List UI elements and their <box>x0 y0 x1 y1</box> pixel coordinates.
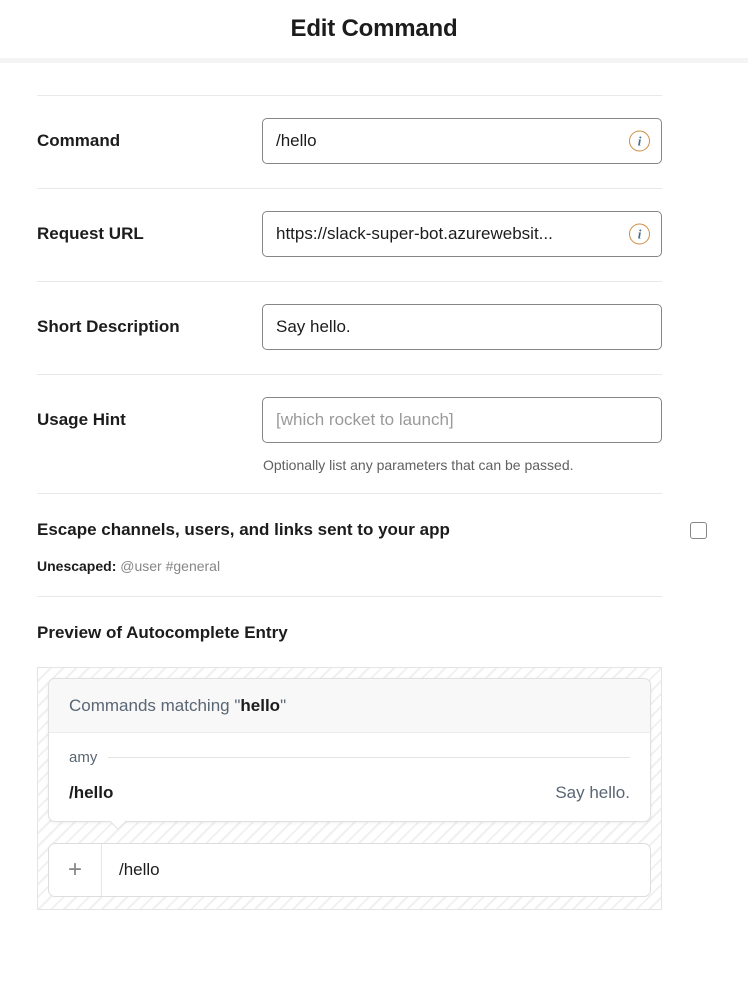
field-label-short-description: Short Description <box>37 317 180 336</box>
autocomplete-group-name: amy <box>69 749 98 766</box>
autocomplete-header-suffix: " <box>280 696 287 715</box>
field-row-short-description: Short Description <box>37 282 711 374</box>
command-input-wrap: i <box>262 118 662 164</box>
escape-section: Escape channels, users, and links sent t… <box>37 494 711 596</box>
field-control-command: i <box>262 96 711 164</box>
unescaped-label: Unescaped: <box>37 558 117 574</box>
command-input[interactable] <box>262 118 662 164</box>
field-row-usage-hint: Usage Hint Optionally list any parameter… <box>37 375 711 493</box>
unescaped-example: Unescaped: @user #general <box>37 558 711 574</box>
autocomplete-item-description: Say hello. <box>555 783 630 802</box>
short-description-input[interactable] <box>262 304 662 350</box>
page-title: Edit Command <box>290 15 458 42</box>
preview-striped-container: Commands matching "hello" amy /hello Say… <box>37 667 662 910</box>
field-control-usage-hint: Optionally list any parameters that can … <box>262 375 711 473</box>
field-row-command: Command i <box>37 96 711 188</box>
escape-row: Escape channels, users, and links sent t… <box>37 520 711 540</box>
autocomplete-caret <box>109 821 125 830</box>
field-label-usage-hint: Usage Hint <box>37 410 126 429</box>
autocomplete-item-command: /hello <box>69 783 114 802</box>
autocomplete-group: amy <box>69 749 630 766</box>
request-url-input[interactable] <box>262 211 662 257</box>
request-url-input-wrap: i <box>262 211 662 257</box>
message-input-bar: + /hello <box>48 843 651 897</box>
autocomplete-card-header: Commands matching "hello" <box>49 679 650 733</box>
plus-icon[interactable]: + <box>49 844 102 896</box>
message-input-text[interactable]: /hello <box>102 844 650 896</box>
field-label-request-url: Request URL <box>37 224 144 243</box>
field-control-request-url: i <box>262 189 711 257</box>
unescaped-value: @user #general <box>120 558 221 574</box>
autocomplete-item[interactable]: /hello Say hello. <box>69 783 630 803</box>
field-control-short-description <box>262 282 711 350</box>
usage-hint-input-wrap <box>262 397 662 443</box>
autocomplete-group-rule <box>108 757 630 758</box>
edit-command-form: Command i Request URL i Short Descriptio… <box>0 95 748 910</box>
usage-hint-input[interactable] <box>262 397 662 443</box>
usage-hint-help-text: Optionally list any parameters that can … <box>263 457 574 473</box>
autocomplete-header-term: hello <box>240 696 281 715</box>
info-icon[interactable]: i <box>629 223 650 245</box>
preview-heading: Preview of Autocomplete Entry <box>37 623 288 642</box>
preview-section: Preview of Autocomplete Entry Commands m… <box>37 597 711 910</box>
field-row-request-url: Request URL i <box>37 189 711 281</box>
autocomplete-card-body: amy /hello Say hello. <box>49 733 650 821</box>
escape-checkbox[interactable] <box>690 521 707 539</box>
field-label-command: Command <box>37 131 121 150</box>
autocomplete-card: Commands matching "hello" amy /hello Say… <box>48 678 651 822</box>
modal-header: Edit Command <box>0 0 748 63</box>
info-icon[interactable]: i <box>629 130 650 152</box>
short-description-input-wrap <box>262 304 662 350</box>
escape-label: Escape channels, users, and links sent t… <box>37 520 450 539</box>
autocomplete-header-prefix: Commands matching " <box>69 696 241 715</box>
